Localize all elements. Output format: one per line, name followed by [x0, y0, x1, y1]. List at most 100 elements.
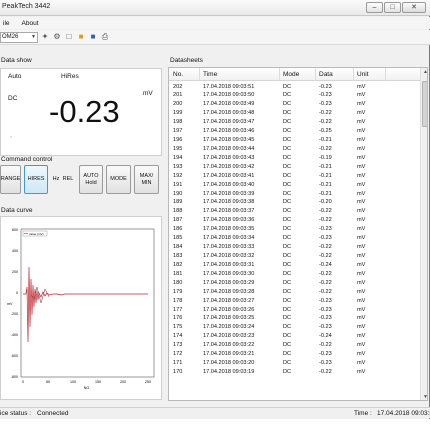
column-divider[interactable]	[353, 68, 354, 81]
max-min-button[interactable]: MAX/ MIN	[134, 165, 159, 194]
cell-data: -0.21	[319, 190, 332, 197]
table-row[interactable]: 200 17.04.2018 09:03:49 DC -0.23 mV	[169, 100, 420, 109]
column-divider[interactable]	[279, 68, 280, 81]
minimize-icon[interactable]: –	[366, 2, 383, 13]
y-tick-label: 400	[12, 249, 18, 253]
column-divider[interactable]	[315, 68, 316, 81]
vertical-scrollbar[interactable]: ▲ ▼	[420, 68, 427, 400]
table-row[interactable]: 199 17.04.2018 09:03:48 DC -0.22 mV	[169, 109, 420, 118]
cell-data: -0.22	[319, 145, 332, 152]
cell-mode: DC	[283, 369, 292, 375]
cell-unit: mV	[357, 163, 366, 170]
legend-label: value (mV)	[29, 232, 44, 236]
close-icon[interactable]: ✕	[402, 2, 426, 13]
table-row[interactable]: 197 17.04.2018 09:03:46 DC -0.25 mV	[169, 127, 420, 136]
cell-data: -0.23	[319, 101, 332, 108]
cell-time: 17.04.2018 09:03:24	[203, 324, 255, 331]
y-tick-label: -800	[11, 375, 18, 379]
table-row[interactable]: 182 17.04.2018 09:03:31 DC -0.24 mV	[169, 260, 420, 269]
auto-hold-button[interactable]: AUTO Hold	[79, 165, 103, 194]
command-button-row: RANGE HIRES Hz REL AUTO Hold MODE MAX/ M…	[0, 165, 162, 194]
table-row[interactable]: 181 17.04.2018 09:03:30 DC -0.22 mV	[169, 269, 420, 278]
table-row[interactable]: 180 17.04.2018 09:03:29 DC -0.22 mV	[169, 278, 420, 287]
open-folder-icon[interactable]: ■	[76, 32, 86, 42]
table-row[interactable]: 172 17.04.2018 09:03:21 DC -0.23 mV	[169, 350, 420, 359]
maximize-icon[interactable]: □	[384, 2, 401, 13]
table-row[interactable]: 178 17.04.2018 09:03:27 DC -0.23 mV	[169, 296, 420, 305]
menu-about[interactable]: About	[22, 20, 39, 27]
column-header-time[interactable]: Time	[203, 71, 217, 78]
connect-plug-icon[interactable]: ✦	[40, 32, 50, 42]
table-row[interactable]: 186 17.04.2018 09:03:35 DC -0.23 mV	[169, 225, 420, 234]
table-row[interactable]: 183 17.04.2018 09:03:32 DC -0.22 mV	[169, 252, 420, 261]
device-status-value: Connected	[37, 410, 69, 417]
cell-unit: mV	[357, 110, 366, 117]
y-axis-label: mV	[7, 302, 13, 306]
cell-data: -0.23	[319, 226, 332, 233]
cell-no: 195	[173, 145, 183, 152]
table-row[interactable]: 189 17.04.2018 09:03:38 DC -0.20 mV	[169, 198, 420, 207]
table-row[interactable]: 174 17.04.2018 09:03:23 DC -0.24 mV	[169, 332, 420, 341]
table-row[interactable]: 175 17.04.2018 09:03:24 DC -0.23 mV	[169, 323, 420, 332]
table-row[interactable]: 173 17.04.2018 09:03:22 DC -0.22 mV	[169, 341, 420, 350]
table-row[interactable]: 193 17.04.2018 09:03:42 DC -0.21 mV	[169, 162, 420, 171]
cell-time: 17.04.2018 09:03:20	[203, 360, 255, 367]
column-divider[interactable]	[199, 68, 200, 81]
table-row[interactable]: 190 17.04.2018 09:03:39 DC -0.21 mV	[169, 189, 420, 198]
cell-no: 187	[173, 217, 183, 224]
table-row[interactable]: 194 17.04.2018 09:03:43 DC -0.19 mV	[169, 153, 420, 162]
table-row[interactable]: 177 17.04.2018 09:03:26 DC -0.23 mV	[169, 305, 420, 314]
cell-no: 198	[173, 119, 183, 126]
datasheets-heading: Datasheets	[170, 57, 203, 64]
column-header-no[interactable]: No.	[173, 71, 183, 78]
table-row[interactable]: 185 17.04.2018 09:03:34 DC -0.23 mV	[169, 234, 420, 243]
settings-icon[interactable]: ⚙	[52, 32, 62, 42]
column-divider[interactable]	[385, 68, 386, 81]
cell-no: 176	[173, 315, 183, 322]
table-row[interactable]: 184 17.04.2018 09:03:33 DC -0.22 mV	[169, 243, 420, 252]
table-row[interactable]: 198 17.04.2018 09:03:47 DC -0.22 mV	[169, 118, 420, 127]
table-row[interactable]: 192 17.04.2018 09:03:41 DC -0.21 mV	[169, 171, 420, 180]
table-row[interactable]: 170 17.04.2018 09:03:19 DC -0.22 mV	[169, 368, 420, 377]
column-header-unit[interactable]: Unit	[357, 71, 369, 78]
table-row[interactable]: 188 17.04.2018 09:03:37 DC -0.22 mV	[169, 207, 420, 216]
table-row[interactable]: 171 17.04.2018 09:03:20 DC -0.23 mV	[169, 359, 420, 368]
table-row[interactable]: 187 17.04.2018 09:03:36 DC -0.22 mV	[169, 216, 420, 225]
range-button[interactable]: RANGE	[0, 165, 21, 194]
menu-file[interactable]: ile	[3, 20, 10, 27]
cell-no: 173	[173, 342, 183, 349]
cell-data: -0.24	[319, 333, 332, 340]
cell-data: -0.22	[319, 244, 332, 251]
cell-time: 17.04.2018 09:03:46	[203, 128, 255, 135]
cell-data: -0.20	[319, 199, 332, 206]
cell-data: -0.23	[319, 351, 332, 358]
table-row[interactable]: 202 17.04.2018 09:03:51 DC -0.23 mV	[169, 82, 420, 91]
table-row[interactable]: 179 17.04.2018 09:03:28 DC -0.22 mV	[169, 287, 420, 296]
cell-no: 174	[173, 333, 183, 340]
datasheet-table: No. Time Mode Data Unit 202 17.04.2018 09…	[168, 67, 428, 401]
scroll-up-icon[interactable]: ▲	[421, 68, 427, 77]
rel-button[interactable]: REL	[62, 165, 74, 194]
port-select[interactable]: OM26 ▼	[0, 31, 38, 43]
y-tick-label: 0	[16, 291, 18, 295]
table-row[interactable]: 191 17.04.2018 09:03:40 DC -0.21 mV	[169, 180, 420, 189]
save-icon[interactable]: ■	[88, 32, 98, 42]
hz-button[interactable]: Hz	[51, 165, 61, 194]
scrollbar-thumb[interactable]	[422, 81, 427, 127]
print-icon[interactable]: ⎙	[100, 32, 110, 42]
cell-mode: DC	[283, 315, 292, 322]
cell-time: 17.04.2018 09:03:25	[203, 315, 255, 322]
table-row[interactable]: 201 17.04.2018 09:03:50 DC -0.23 mV	[169, 91, 420, 100]
hires-button[interactable]: HIRES	[24, 165, 48, 194]
column-header-mode[interactable]: Mode	[283, 71, 299, 78]
mode-button[interactable]: MODE	[106, 165, 131, 194]
window-title: PeakTech 3442	[2, 3, 51, 10]
cell-data: -0.25	[319, 128, 332, 135]
scroll-down-icon[interactable]: ▼	[421, 393, 427, 400]
table-row[interactable]: 176 17.04.2018 09:03:25 DC -0.23 mV	[169, 314, 420, 323]
table-row[interactable]: 195 17.04.2018 09:03:44 DC -0.22 mV	[169, 144, 420, 153]
new-file-icon[interactable]: □	[64, 32, 74, 42]
table-row[interactable]: 196 17.04.2018 09:03:45 DC -0.21 mV	[169, 136, 420, 145]
column-header-data[interactable]: Data	[319, 71, 333, 78]
bluetooth-icon: ᛫	[9, 135, 14, 142]
